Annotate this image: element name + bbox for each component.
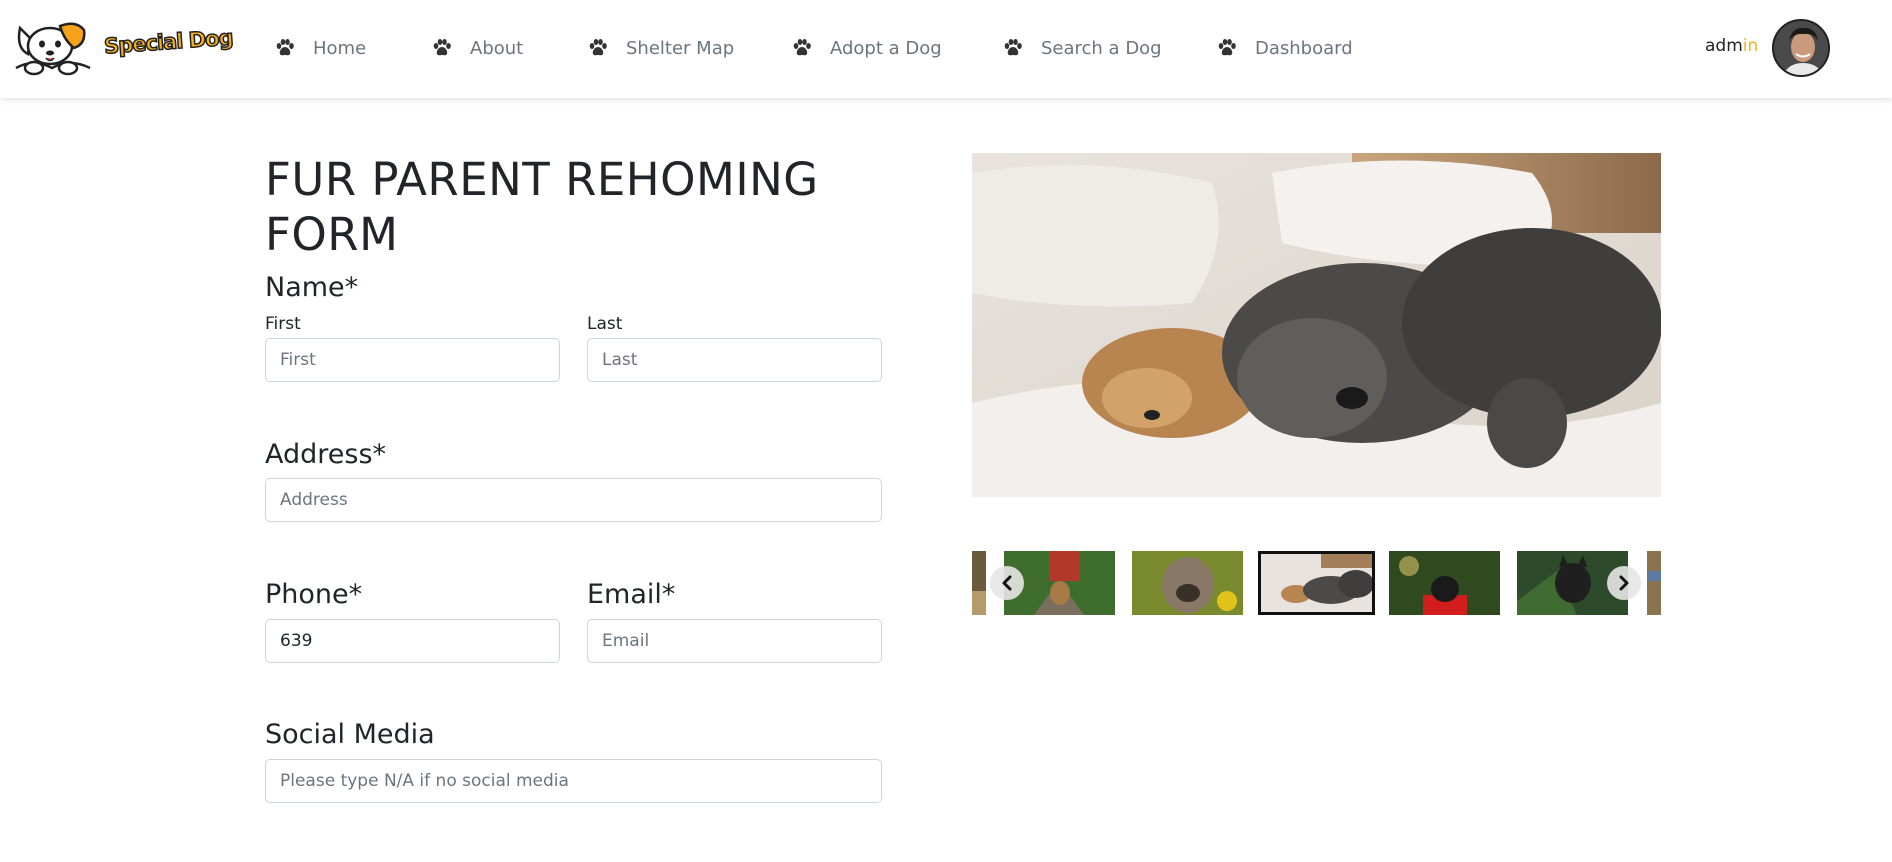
nav-item-adopt-a-dog[interactable]: Adopt a Dog: [792, 36, 942, 60]
brand-name[interactable]: Special Dog: [103, 25, 234, 59]
nav-item-label: Adopt a Dog: [830, 37, 942, 59]
name-label: Name*: [265, 272, 359, 303]
nav-item-shelter-map[interactable]: Shelter Map: [588, 36, 734, 60]
first-name-label: First: [265, 314, 301, 334]
nav-item-dashboard[interactable]: Dashboard: [1217, 36, 1353, 60]
main-dog-photo: [972, 153, 1661, 497]
nav-item-label: Search a Dog: [1041, 37, 1162, 59]
chevron-left-icon: [1002, 575, 1012, 591]
user-name-part2: in: [1742, 36, 1759, 56]
email-input[interactable]: [587, 619, 882, 663]
nav-item-home[interactable]: Home: [275, 36, 366, 60]
paw-icon: [276, 39, 294, 56]
nav-item-label: Dashboard: [1255, 37, 1353, 59]
nav-item-about[interactable]: About: [432, 36, 523, 60]
user-name[interactable]: admin: [1705, 36, 1758, 56]
carousel-thumbnail[interactable]: [972, 551, 986, 615]
phone-label: Phone*: [265, 579, 363, 610]
social-media-input[interactable]: [265, 759, 882, 803]
avatar[interactable]: [1772, 19, 1830, 77]
paw-icon: [1218, 39, 1236, 56]
paw-icon: [793, 39, 811, 56]
page-title: FUR PARENT REHOMING FORM: [265, 153, 819, 261]
address-label: Address*: [265, 439, 387, 470]
last-name-label: Last: [587, 314, 623, 334]
nav-item-label: Shelter Map: [626, 37, 735, 59]
chevron-right-icon: [1619, 575, 1629, 591]
phone-input[interactable]: [265, 619, 560, 663]
nav-item-label: About: [470, 37, 524, 59]
carousel-thumbnail[interactable]: [1647, 551, 1661, 615]
carousel-thumbnail[interactable]: [1132, 551, 1243, 615]
navbar: Special Dog Home About Shelter Map Adopt…: [0, 0, 1892, 98]
paw-icon: [433, 39, 451, 56]
user-name-part1: adm: [1705, 36, 1743, 56]
paw-icon: [1004, 39, 1022, 56]
last-name-input[interactable]: [587, 338, 882, 382]
carousel-thumbnail-active[interactable]: [1258, 551, 1375, 615]
carousel-prev-button[interactable]: [990, 566, 1024, 600]
address-input[interactable]: [265, 478, 882, 522]
paw-icon: [589, 39, 607, 56]
user-avatar-image: [1774, 21, 1828, 75]
social-media-label: Social Media: [265, 719, 435, 750]
first-name-input[interactable]: [265, 338, 560, 382]
dog-logo-icon[interactable]: [14, 18, 92, 76]
email-label: Email*: [587, 579, 676, 610]
nav-item-search-a-dog[interactable]: Search a Dog: [1003, 36, 1162, 60]
carousel-next-button[interactable]: [1607, 566, 1641, 600]
carousel-thumbnail[interactable]: [1389, 551, 1500, 615]
nav-item-label: Home: [313, 37, 367, 59]
